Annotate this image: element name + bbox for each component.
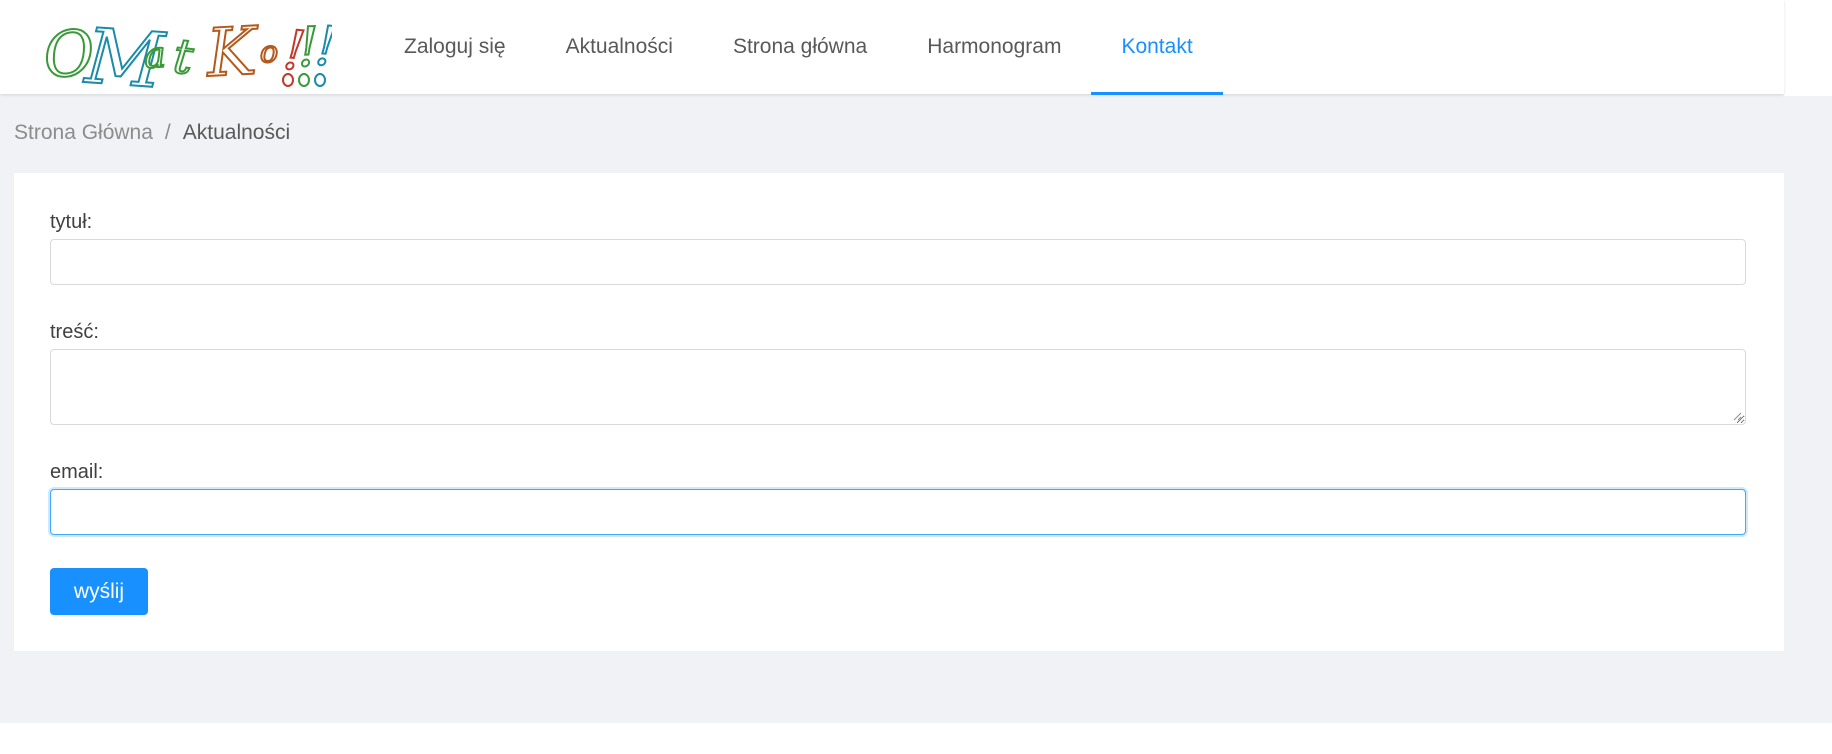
content-label: treść: [50,321,99,343]
breadcrumb: Strona Główna / Aktualności [14,121,290,145]
nav-item-login[interactable]: Zaloguj się [374,0,536,94]
breadcrumb-home-link[interactable]: Strona Główna [14,121,153,145]
logo-image: OMa t Ko!!! [39,10,340,107]
nav-item-news[interactable]: Aktualności [536,0,703,94]
title-label: tytuł: [50,211,93,233]
header-right-gap [1784,0,1832,96]
top-header: O Ma t Ko!!! Zaloguj się Aktualności Strona… [0,0,1784,107]
email-label: email: [50,461,104,483]
resize-grip-icon[interactable] [1732,411,1742,421]
nav-item-schedule[interactable]: Harmonogram [897,0,1091,94]
breadcrumb-current: Aktualności [182,121,291,144]
nav-item-home[interactable]: Strona główna [703,0,897,94]
site-logo[interactable]: O Ma t Ko!!! [39,10,340,107]
logo-letter: K [204,12,262,88]
breadcrumb-separator: / [164,121,171,144]
main-nav: Zaloguj się Aktualności Strona główna Ha… [374,0,1223,95]
submit-button[interactable]: wyślij [50,568,148,615]
email-input[interactable] [50,489,1746,535]
content-textarea-wrapper [50,349,1746,425]
title-input[interactable] [50,239,1746,285]
content-textarea[interactable] [50,349,1746,425]
logo-letter: o [260,35,278,70]
logo-letter: t [171,28,197,86]
nav-item-contact[interactable]: Kontakt [1091,0,1223,95]
logo-letter: ! [313,14,332,78]
logo-letter: a [143,35,167,77]
contact-form-card: tytuł: treść: email: wyślij [14,173,1784,651]
